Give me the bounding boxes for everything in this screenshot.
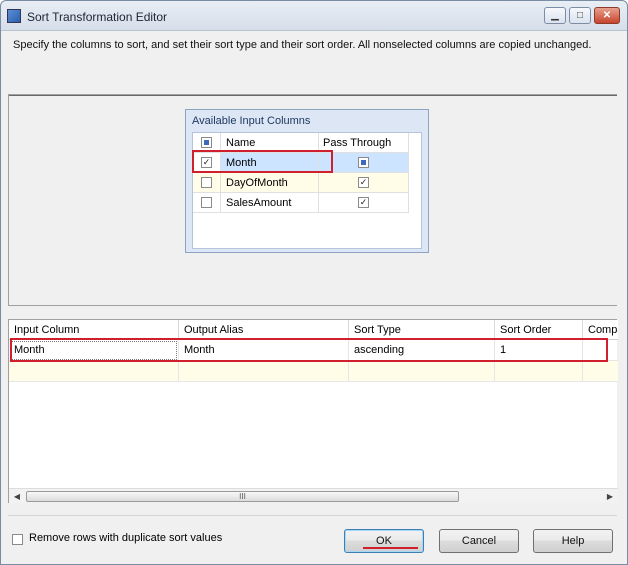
divider xyxy=(8,515,617,516)
column-select-checkbox[interactable] xyxy=(201,197,212,208)
list-item[interactable]: SalesAmount xyxy=(193,193,409,213)
window-title: Sort Transformation Editor xyxy=(27,10,168,24)
horizontal-scrollbar[interactable]: ◀ III ▶ xyxy=(9,488,618,503)
maximize-button[interactable]: □ xyxy=(569,7,591,24)
remove-duplicates-checkbox[interactable] xyxy=(12,534,23,545)
sort-order-header[interactable]: Sort Order xyxy=(495,320,583,340)
pass-through-checkbox[interactable] xyxy=(358,157,369,168)
available-columns-panel: Available Input Columns Name Pass Throug… xyxy=(8,94,617,306)
cancel-button[interactable]: Cancel xyxy=(439,529,519,553)
new-table-row[interactable] xyxy=(9,361,618,382)
app-icon xyxy=(7,9,21,23)
column-name: DayOfMonth xyxy=(221,173,319,193)
column-select-checkbox[interactable] xyxy=(201,177,212,188)
close-button[interactable]: ✕ xyxy=(594,7,620,24)
list-item[interactable]: DayOfMonth xyxy=(193,173,409,193)
ok-underline-annotation xyxy=(363,547,418,549)
sort-grid-header: Input Column Output Alias Sort Type Sort… xyxy=(9,320,618,340)
scroll-right-arrow-icon[interactable]: ▶ xyxy=(603,490,617,503)
output-alias-header[interactable]: Output Alias xyxy=(179,320,349,340)
ok-button[interactable]: OK xyxy=(344,529,424,553)
sort-transformation-editor-window: Sort Transformation Editor ▁ □ ✕ Specify… xyxy=(0,0,628,565)
select-all-checkbox[interactable] xyxy=(201,137,212,148)
scroll-grip-icon: III xyxy=(239,492,246,501)
input-column-header[interactable]: Input Column xyxy=(9,320,179,340)
pass-through-checkbox[interactable] xyxy=(358,197,369,208)
sort-columns-grid: Input Column Output Alias Sort Type Sort… xyxy=(8,319,618,503)
minimize-button[interactable]: ▁ xyxy=(544,7,566,24)
highlight-annotation xyxy=(192,150,333,173)
column-name: SalesAmount xyxy=(221,193,319,213)
sort-type-header[interactable]: Sort Type xyxy=(349,320,495,340)
pass-through-checkbox[interactable] xyxy=(358,177,369,188)
comparison-flags-header[interactable]: Compa xyxy=(583,320,618,340)
remove-duplicates-label: Remove rows with duplicate sort values xyxy=(29,532,223,544)
available-input-columns-box: Available Input Columns Name Pass Throug… xyxy=(185,109,429,253)
scroll-left-arrow-icon[interactable]: ◀ xyxy=(10,490,24,503)
scrollbar-thumb[interactable]: III xyxy=(26,491,459,502)
help-button[interactable]: Help xyxy=(533,529,613,553)
highlight-annotation xyxy=(10,338,608,362)
available-input-columns-title: Available Input Columns xyxy=(192,115,311,127)
title-bar: Sort Transformation Editor ▁ □ ✕ xyxy=(1,1,627,31)
description-text: Specify the columns to sort, and set the… xyxy=(13,39,592,51)
